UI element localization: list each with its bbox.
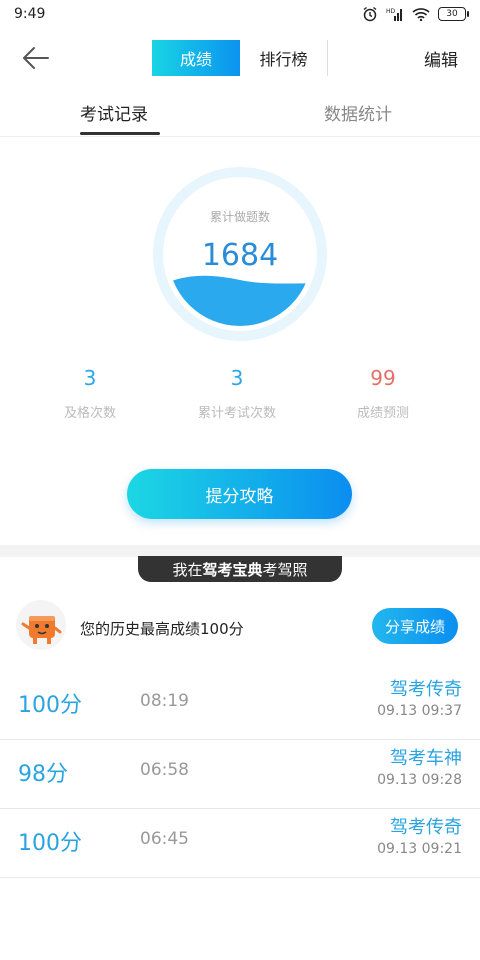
share-score-button[interactable]: 分享成绩	[372, 608, 458, 644]
signal-icon: HD	[386, 7, 404, 21]
exam-count-value: 3	[230, 366, 244, 390]
record-date: 09.13 09:28	[377, 772, 462, 788]
tab-ranking[interactable]: 排行榜	[240, 40, 328, 76]
active-tab-indicator	[80, 132, 160, 135]
segmented-tabs: 成绩 排行榜	[152, 40, 328, 76]
best-score-text: 您的历史最高成绩100分	[80, 620, 244, 638]
record-score: 100分	[18, 831, 82, 856]
gauge-label: 累计做题数	[209, 210, 270, 224]
back-arrow-icon	[23, 47, 49, 69]
record-duration: 08:19	[140, 691, 189, 711]
status-icons: HD 30	[362, 6, 469, 22]
record-score: 100分	[18, 693, 82, 718]
back-button[interactable]	[20, 44, 52, 72]
banner-prefix: 我在	[172, 560, 203, 579]
banner-brand: 驾考宝典	[202, 560, 263, 579]
svg-text:HD: HD	[386, 8, 396, 15]
record-row[interactable]: 100分 06:45 驾考传奇 09.13 09:21	[0, 809, 480, 878]
record-duration: 06:45	[140, 829, 189, 849]
record-score: 98分	[18, 762, 68, 787]
score-prediction-label: 成绩预测	[356, 406, 409, 421]
mascot-avatar	[16, 600, 66, 650]
score-prediction-value: 99	[370, 366, 396, 390]
record-date: 09.13 09:37	[377, 703, 462, 719]
record-date: 09.13 09:21	[377, 841, 462, 857]
status-bar: 9:49 HD 30	[0, 0, 480, 30]
gauge-value: 1684	[201, 238, 279, 273]
score-boost-button[interactable]: 提分攻略	[127, 469, 352, 519]
record-row[interactable]: 98分 06:58 驾考车神 09.13 09:28	[0, 740, 480, 809]
tab-score[interactable]: 成绩	[152, 40, 240, 76]
promo-banner: 我在 驾考宝典 考驾照	[138, 556, 342, 582]
header: 成绩 排行榜 编辑	[0, 30, 480, 86]
wifi-icon	[412, 7, 430, 21]
banner-suffix: 考驾照	[262, 560, 308, 579]
battery-icon: 30	[438, 7, 469, 21]
sub-tabs: 考试记录 数据统计	[0, 90, 480, 137]
pass-count-label: 及格次数	[63, 406, 116, 421]
edit-button[interactable]: 编辑	[424, 46, 458, 71]
tab-exam-records[interactable]: 考试记录	[80, 100, 148, 125]
tab-data-stats[interactable]: 数据统计	[324, 100, 392, 125]
record-title: 驾考传奇	[390, 817, 462, 838]
pass-count-value: 3	[83, 366, 97, 390]
record-title: 驾考传奇	[390, 679, 462, 700]
record-row[interactable]: 100分 08:19 驾考传奇 09.13 09:37	[0, 671, 480, 740]
record-title: 驾考车神	[390, 748, 462, 769]
status-time: 9:49	[14, 6, 46, 22]
best-score-row: 您的历史最高成绩100分 分享成绩	[0, 598, 480, 658]
alarm-icon	[362, 6, 378, 22]
record-duration: 06:58	[140, 760, 189, 780]
exam-count-label: 累计考试次数	[197, 406, 276, 421]
